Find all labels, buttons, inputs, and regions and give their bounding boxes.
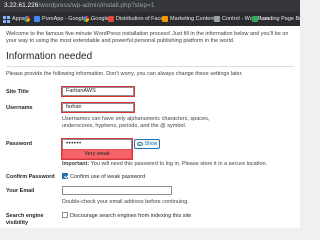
confirm-weak-password-label: Confirm use of weak password	[70, 174, 146, 180]
apps-grid-icon	[3, 15, 10, 23]
install-page: Welcome to the famous five-minute WordPr…	[0, 26, 300, 228]
bookmark-landing-page[interactable]: Landing Page Best...	[252, 14, 311, 24]
show-password-button[interactable]: Show	[134, 139, 160, 149]
bookmark-google-icon-only[interactable]	[24, 14, 30, 24]
email-label: Your Email	[6, 188, 35, 194]
bookmark-icon	[252, 16, 258, 22]
password-input[interactable]: ••••••	[62, 139, 132, 149]
bookmarks-bar: Apps PuroApp - Google ... Google Distrib…	[0, 12, 311, 26]
url-text[interactable]: 3.22.61.226/wordpress/wp-admin/install.p…	[4, 1, 155, 11]
password-strength-meter: Very weak	[62, 149, 132, 159]
bookmark-icon	[162, 16, 168, 22]
password-important-note: Important: You will need this password t…	[62, 161, 268, 167]
section-description: Please provide the following information…	[6, 71, 243, 77]
bookmark-icon	[34, 16, 40, 22]
divider	[6, 66, 294, 67]
eye-icon	[136, 142, 143, 146]
browser-chrome: 3.22.61.226/wordpress/wp-admin/install.p…	[0, 0, 311, 26]
site-title-label: Site Title	[6, 89, 29, 95]
bookmark-icon	[214, 16, 220, 22]
bookmark-marketing[interactable]: Marketing Content...	[162, 14, 220, 24]
email-input[interactable]	[62, 186, 172, 195]
site-title-input[interactable]: FarhanAWS	[61, 86, 135, 97]
bookmark-google[interactable]: Google	[83, 14, 109, 24]
username-help: Usernames can have only alphanumeric cha…	[62, 116, 210, 129]
intro-text: Welcome to the famous five-minute WordPr…	[6, 31, 289, 44]
discourage-search-engines-label: Discourage search engines from indexing …	[70, 213, 192, 219]
google-icon	[83, 16, 89, 22]
email-help: Double-check your email address before c…	[62, 199, 189, 205]
confirm-password-label: Confirm Password	[6, 174, 55, 180]
username-input[interactable]: farhan	[61, 102, 135, 113]
section-heading: Information needed	[6, 51, 93, 62]
search-engine-visibility-label: Search engine visibility	[6, 213, 44, 226]
bookmark-distribution[interactable]: Distribution of Face...	[108, 14, 168, 24]
password-label: Password	[6, 141, 32, 147]
password-field-group: •••••• Very weak	[61, 138, 133, 160]
google-icon	[24, 16, 30, 22]
bookmark-icon	[108, 16, 114, 22]
discourage-search-engines-checkbox[interactable]	[62, 212, 68, 218]
address-bar[interactable]: 3.22.61.226/wordpress/wp-admin/install.p…	[0, 0, 300, 12]
bookmark-apps[interactable]: Apps	[3, 14, 25, 24]
confirm-weak-password-checkbox[interactable]	[62, 173, 68, 179]
username-label: Username	[6, 105, 33, 111]
